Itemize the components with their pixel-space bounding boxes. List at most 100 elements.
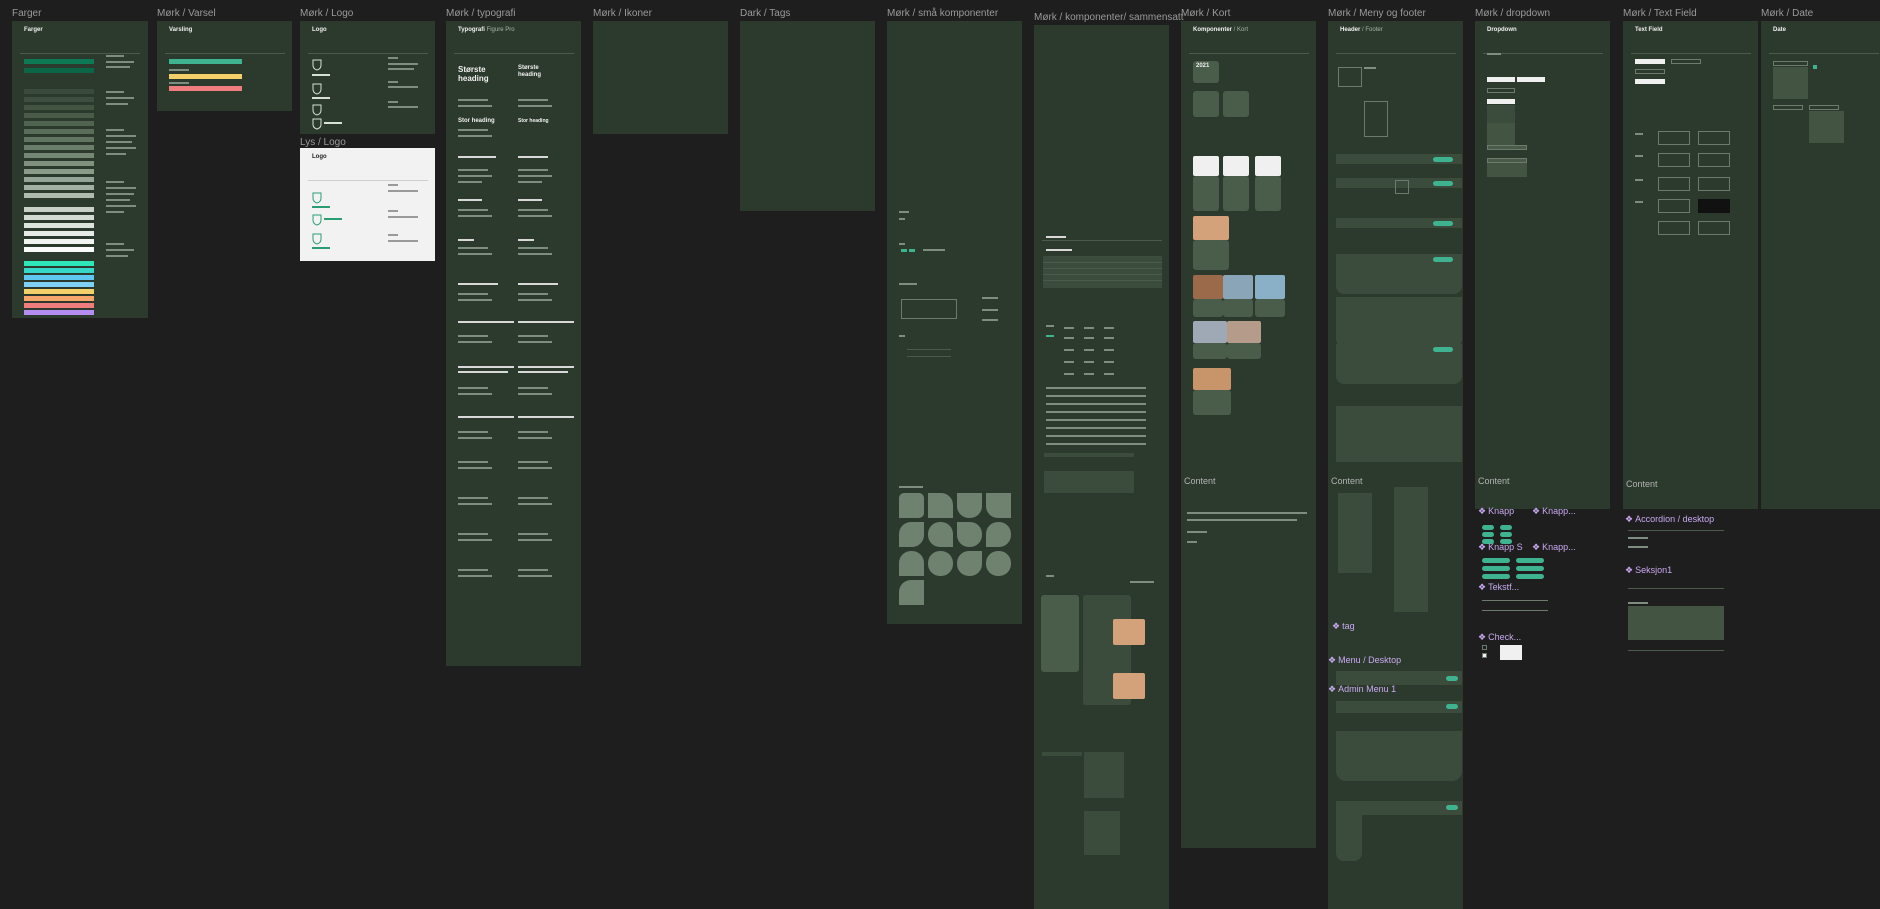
frame-typografi[interactable]: Typografi Figure Pro Største heading Stø… <box>446 21 581 666</box>
person-card[interactable] <box>1193 176 1219 211</box>
component-knapp[interactable]: ❖ Knapp <box>1478 506 1514 517</box>
component-knapp-2[interactable]: ❖ Knapp... <box>1532 506 1576 517</box>
dropdown-select[interactable] <box>1487 99 1515 104</box>
text-placeholder <box>388 216 418 218</box>
frame-label-tags[interactable]: Dark / Tags <box>740 8 790 19</box>
color-swatch <box>24 310 94 315</box>
frame-label-lys-logo[interactable]: Lys / Logo <box>300 137 346 148</box>
text-field[interactable] <box>1635 79 1665 84</box>
frame-dropdown[interactable]: Dropdown Content <box>1475 21 1610 509</box>
text-area[interactable] <box>1658 199 1690 213</box>
text-field[interactable] <box>1671 59 1701 64</box>
frame-label-logo[interactable]: Mørk / Logo <box>300 8 353 19</box>
date-field[interactable] <box>1809 105 1839 110</box>
person-card[interactable] <box>1193 240 1229 270</box>
cta-button[interactable] <box>1433 257 1453 262</box>
component-admin-menu[interactable]: ❖ Admin Menu 1 <box>1328 684 1396 695</box>
dropdown-select[interactable] <box>1517 77 1545 82</box>
text-placeholder <box>106 153 126 155</box>
cta-button[interactable] <box>1433 347 1453 352</box>
color-swatch <box>24 215 94 220</box>
person-photo <box>1255 156 1281 176</box>
component-tag[interactable]: ❖ tag <box>1332 621 1355 632</box>
frame-date[interactable]: Date <box>1761 21 1880 509</box>
frame-varsel[interactable]: Varsling <box>157 21 292 111</box>
frame-label-varsel[interactable]: Mørk / Varsel <box>157 8 216 19</box>
frame-label-date[interactable]: Mørk / Date <box>1761 8 1813 19</box>
text-area[interactable] <box>1658 131 1690 145</box>
footer <box>1336 406 1462 462</box>
text-area[interactable] <box>1698 153 1730 167</box>
cta-button[interactable] <box>1446 805 1458 810</box>
button-sample[interactable] <box>1482 532 1494 537</box>
text-area[interactable] <box>1698 221 1730 235</box>
frame-label-sammensatt[interactable]: Mørk / komponenter/ sammensatt <box>1034 12 1184 23</box>
button-sample[interactable] <box>1516 574 1544 579</box>
dropdown-select[interactable] <box>1487 88 1515 93</box>
button-sample[interactable] <box>1482 566 1510 571</box>
text-area[interactable] <box>1658 177 1690 191</box>
component-menu-desktop[interactable]: ❖ Menu / Desktop <box>1328 655 1401 666</box>
frame-sammensatt[interactable] <box>1034 25 1169 909</box>
frame-farger[interactable]: Farger <box>12 21 148 318</box>
frame-title: Komponenter / Kort <box>1193 27 1249 33</box>
cta-button[interactable] <box>1446 704 1458 709</box>
checkbox[interactable] <box>1482 653 1487 658</box>
component-seksjon[interactable]: ❖ Seksjon1 <box>1625 565 1672 576</box>
frame-lys-logo[interactable]: Logo <box>300 148 435 261</box>
dropdown-select[interactable] <box>1487 77 1515 82</box>
frame-label-dropdown[interactable]: Mørk / dropdown <box>1475 8 1550 19</box>
button-sample[interactable] <box>1516 566 1544 571</box>
frame-label-text-field[interactable]: Mørk / Text Field <box>1623 8 1697 19</box>
frame-label-ikoner[interactable]: Mørk / Ikoner <box>593 8 652 19</box>
text-area[interactable] <box>1658 221 1690 235</box>
frame-label-kort[interactable]: Mørk / Kort <box>1181 8 1230 19</box>
text-field[interactable] <box>1635 69 1665 74</box>
component-knapp-3[interactable]: ❖ Knapp... <box>1532 542 1576 553</box>
frame-kort[interactable]: Komponenter / Kort 2021 Content <box>1181 21 1316 848</box>
date-card[interactable]: 2021 <box>1193 61 1219 83</box>
button-sample[interactable] <box>1500 525 1512 530</box>
cta-button[interactable] <box>1433 157 1453 162</box>
frame-logo[interactable]: Logo <box>300 21 435 134</box>
person-card[interactable] <box>1223 176 1249 211</box>
toggle-on[interactable] <box>901 249 907 252</box>
cta-button[interactable] <box>1433 221 1453 226</box>
text-area[interactable] <box>1698 131 1730 145</box>
component-checkbox[interactable]: ❖ Check... <box>1478 632 1521 643</box>
color-swatch <box>24 153 94 158</box>
frame-meny-footer[interactable]: Header / Footer Content ❖ tag ❖ Menu / Des… <box>1328 21 1463 909</box>
frame-sma-komponenter[interactable] <box>887 21 1022 624</box>
frame-tags[interactable] <box>740 21 875 211</box>
text-field[interactable] <box>1635 59 1665 64</box>
frame-label-sma-komponenter[interactable]: Mørk / små komponenter <box>887 8 998 19</box>
frame-label-meny-footer[interactable]: Mørk / Meny og footer <box>1328 8 1426 19</box>
text-area[interactable] <box>1698 199 1730 213</box>
info-card[interactable] <box>1223 91 1249 117</box>
cta-button[interactable] <box>1433 181 1453 186</box>
checkbox[interactable] <box>1482 645 1487 650</box>
toggle-on[interactable] <box>909 249 915 252</box>
frame-label-typografi[interactable]: Mørk / typografi <box>446 8 515 19</box>
shape-tile <box>928 551 953 576</box>
person-card[interactable] <box>1255 176 1281 211</box>
button-sample[interactable] <box>1482 574 1510 579</box>
date-field[interactable] <box>1773 105 1803 110</box>
component-knapp-s[interactable]: ❖ Knapp S <box>1478 542 1523 553</box>
info-card[interactable] <box>1193 91 1219 117</box>
component-tekstfelt[interactable]: ❖ Tekstf... <box>1478 582 1519 593</box>
component-icon: ❖ <box>1478 542 1487 552</box>
color-swatch <box>24 296 94 301</box>
frame-text-field[interactable]: Text Field Content <box>1623 21 1758 509</box>
frame-ikoner[interactable] <box>593 21 728 134</box>
text-area[interactable] <box>1658 153 1690 167</box>
button-sample[interactable] <box>1482 558 1510 563</box>
date-field[interactable] <box>1773 61 1808 66</box>
component-accordion[interactable]: ❖ Accordion / desktop <box>1625 514 1714 525</box>
text-area[interactable] <box>1698 177 1730 191</box>
cta-button[interactable] <box>1446 676 1458 681</box>
button-sample[interactable] <box>1516 558 1544 563</box>
button-sample[interactable] <box>1482 525 1494 530</box>
frame-label-farger[interactable]: Farger <box>12 8 41 19</box>
button-sample[interactable] <box>1500 532 1512 537</box>
